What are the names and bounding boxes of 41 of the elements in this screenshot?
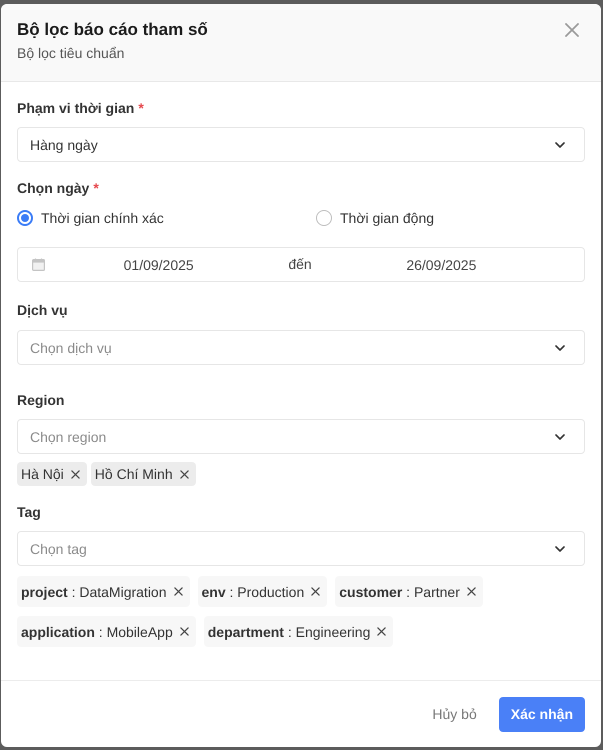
required-mark: * — [138, 99, 144, 118]
confirm-button[interactable]: Xác nhận — [498, 696, 585, 732]
dialog-subtitle: Bộ lọc tiêu chuẩn — [17, 44, 126, 63]
close-icon — [565, 23, 579, 37]
field-label: Chọn ngày — [17, 179, 90, 198]
remove-icon[interactable] — [377, 627, 386, 636]
chevron-down-icon — [555, 142, 565, 148]
field-label: Tag — [17, 503, 41, 522]
chip-label: Hà Nội — [21, 466, 64, 482]
chevron-down-icon — [555, 546, 565, 552]
radio-option[interactable]: Thời gian chính xác — [17, 208, 286, 228]
calendar-icon — [32, 258, 45, 271]
chip-label: department : Engineering — [208, 624, 370, 640]
chip-label: env : Production — [202, 584, 304, 600]
range-separator: đến — [288, 254, 312, 274]
remove-icon[interactable] — [466, 587, 476, 596]
field-label: Dịch vụ — [17, 301, 68, 320]
close-button[interactable] — [565, 23, 579, 37]
chip-label: application : MobileApp — [21, 624, 173, 640]
remove-icon[interactable] — [174, 587, 183, 596]
radio-option[interactable]: Thời gian động — [316, 208, 585, 228]
dialog-title: Bộ lọc báo cáo tham số — [17, 19, 208, 41]
chip-label: Hồ Chí Minh — [94, 466, 173, 482]
start-date-field[interactable]: 01/09/2025 — [45, 254, 272, 274]
remove-icon[interactable] — [70, 470, 80, 478]
date-range-picker[interactable]: 01/09/2025 đến 26/09/2025 — [17, 247, 585, 282]
time-range-select[interactable]: Hàng ngày — [17, 127, 585, 162]
chevron-down-icon — [555, 344, 565, 350]
chip-label: customer : Partner — [339, 584, 460, 600]
radio-empty-icon[interactable] — [316, 210, 332, 226]
cancel-button[interactable]: Hủy bỏ — [424, 696, 485, 732]
chevron-down-icon — [555, 434, 565, 440]
field-label: Region — [17, 391, 64, 410]
chip-label: project : DataMigration — [21, 584, 167, 600]
field-label: Phạm vi thời gian — [17, 99, 134, 118]
remove-icon[interactable] — [180, 470, 189, 478]
radio-selected-icon[interactable] — [17, 210, 33, 226]
end-date-field[interactable]: 26/09/2025 — [328, 254, 556, 274]
required-mark: * — [93, 179, 99, 198]
remove-icon[interactable] — [311, 587, 320, 596]
remove-icon[interactable] — [180, 627, 189, 636]
